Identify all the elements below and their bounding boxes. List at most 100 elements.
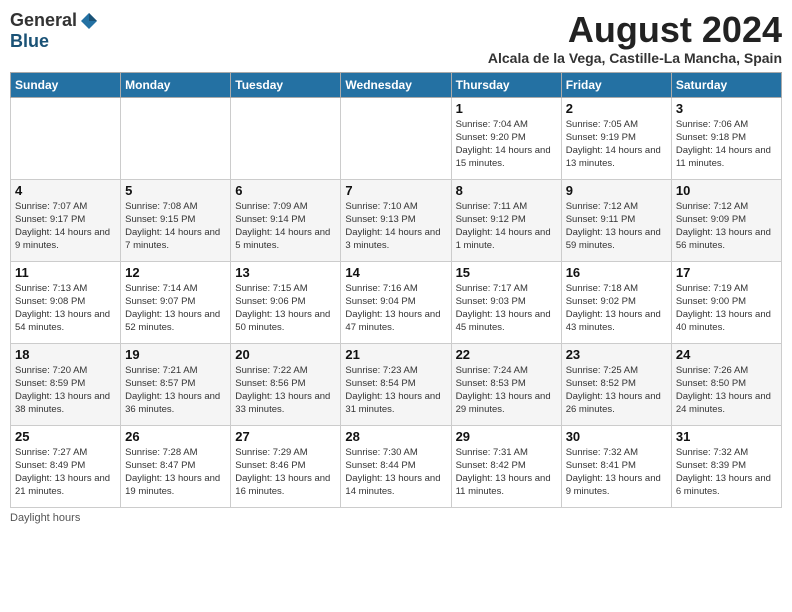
cell-info: Sunrise: 7:15 AM Sunset: 9:06 PM Dayligh… — [235, 282, 336, 335]
cell-info: Sunrise: 7:04 AM Sunset: 9:20 PM Dayligh… — [456, 118, 557, 171]
day-number: 31 — [676, 429, 777, 444]
cell-info: Sunrise: 7:25 AM Sunset: 8:52 PM Dayligh… — [566, 364, 667, 417]
day-number: 10 — [676, 183, 777, 198]
cell-info: Sunrise: 7:08 AM Sunset: 9:15 PM Dayligh… — [125, 200, 226, 253]
column-header-saturday: Saturday — [671, 72, 781, 97]
day-number: 2 — [566, 101, 667, 116]
calendar-week-row: 11 Sunrise: 7:13 AM Sunset: 9:08 PM Dayli… — [11, 261, 782, 343]
calendar-cell: 26 Sunrise: 7:28 AM Sunset: 8:47 PM Dayli… — [121, 425, 231, 507]
calendar-cell: 20 Sunrise: 7:22 AM Sunset: 8:56 PM Dayli… — [231, 343, 341, 425]
logo-icon — [79, 11, 99, 31]
cell-info: Sunrise: 7:12 AM Sunset: 9:11 PM Dayligh… — [566, 200, 667, 253]
cell-info: Sunrise: 7:12 AM Sunset: 9:09 PM Dayligh… — [676, 200, 777, 253]
day-number: 1 — [456, 101, 557, 116]
cell-info: Sunrise: 7:13 AM Sunset: 9:08 PM Dayligh… — [15, 282, 116, 335]
column-header-thursday: Thursday — [451, 72, 561, 97]
cell-info: Sunrise: 7:09 AM Sunset: 9:14 PM Dayligh… — [235, 200, 336, 253]
day-number: 13 — [235, 265, 336, 280]
calendar-cell: 24Sunrise: 7:26 AM Sunset: 8:50 PM Dayli… — [671, 343, 781, 425]
calendar-cell: 18Sunrise: 7:20 AM Sunset: 8:59 PM Dayli… — [11, 343, 121, 425]
month-title: August 2024 — [488, 10, 782, 50]
logo-general-text: General — [10, 10, 77, 31]
cell-info: Sunrise: 7:16 AM Sunset: 9:04 PM Dayligh… — [345, 282, 446, 335]
column-header-friday: Friday — [561, 72, 671, 97]
calendar-cell: 31 Sunrise: 7:32 AM Sunset: 8:39 PM Dayli… — [671, 425, 781, 507]
calendar-week-row: 1 Sunrise: 7:04 AM Sunset: 9:20 PM Daylig… — [11, 97, 782, 179]
cell-info: Sunrise: 7:32 AM Sunset: 8:41 PM Dayligh… — [566, 446, 667, 499]
column-header-sunday: Sunday — [11, 72, 121, 97]
day-number: 29 — [456, 429, 557, 444]
cell-info: Sunrise: 7:22 AM Sunset: 8:56 PM Dayligh… — [235, 364, 336, 417]
day-number: 12 — [125, 265, 226, 280]
cell-info: Sunrise: 7:05 AM Sunset: 9:19 PM Dayligh… — [566, 118, 667, 171]
day-number: 30 — [566, 429, 667, 444]
day-number: 19 — [125, 347, 226, 362]
calendar-cell: 7Sunrise: 7:10 AM Sunset: 9:13 PM Daylig… — [341, 179, 451, 261]
calendar-week-row: 25 Sunrise: 7:27 AM Sunset: 8:49 PM Dayli… — [11, 425, 782, 507]
cell-info: Sunrise: 7:21 AM Sunset: 8:57 PM Dayligh… — [125, 364, 226, 417]
cell-info: Sunrise: 7:32 AM Sunset: 8:39 PM Dayligh… — [676, 446, 777, 499]
calendar-cell — [341, 97, 451, 179]
calendar-cell: 10 Sunrise: 7:12 AM Sunset: 9:09 PM Dayli… — [671, 179, 781, 261]
day-number: 27 — [235, 429, 336, 444]
day-number: 15 — [456, 265, 557, 280]
cell-info: Sunrise: 7:10 AM Sunset: 9:13 PM Dayligh… — [345, 200, 446, 253]
calendar-cell — [11, 97, 121, 179]
footer-note: Daylight hours — [10, 512, 782, 524]
day-number: 23 — [566, 347, 667, 362]
calendar-cell: 23 Sunrise: 7:25 AM Sunset: 8:52 PM Dayli… — [561, 343, 671, 425]
calendar-cell — [231, 97, 341, 179]
cell-info: Sunrise: 7:31 AM Sunset: 8:42 PM Dayligh… — [456, 446, 557, 499]
cell-info: Sunrise: 7:20 AM Sunset: 8:59 PM Dayligh… — [15, 364, 116, 417]
cell-info: Sunrise: 7:17 AM Sunset: 9:03 PM Dayligh… — [456, 282, 557, 335]
calendar-cell: 9 Sunrise: 7:12 AM Sunset: 9:11 PM Daylig… — [561, 179, 671, 261]
cell-info: Sunrise: 7:07 AM Sunset: 9:17 PM Dayligh… — [15, 200, 116, 253]
calendar-cell: 14Sunrise: 7:16 AM Sunset: 9:04 PM Dayli… — [341, 261, 451, 343]
calendar-cell: 8Sunrise: 7:11 AM Sunset: 9:12 PM Daylig… — [451, 179, 561, 261]
cell-info: Sunrise: 7:30 AM Sunset: 8:44 PM Dayligh… — [345, 446, 446, 499]
calendar-cell: 16 Sunrise: 7:18 AM Sunset: 9:02 PM Dayli… — [561, 261, 671, 343]
calendar-cell: 30 Sunrise: 7:32 AM Sunset: 8:41 PM Dayli… — [561, 425, 671, 507]
day-number: 8 — [456, 183, 557, 198]
day-number: 11 — [15, 265, 116, 280]
day-number: 9 — [566, 183, 667, 198]
cell-info: Sunrise: 7:27 AM Sunset: 8:49 PM Dayligh… — [15, 446, 116, 499]
calendar-cell: 11 Sunrise: 7:13 AM Sunset: 9:08 PM Dayli… — [11, 261, 121, 343]
calendar-header-row: SundayMondayTuesdayWednesdayThursdayFrid… — [11, 72, 782, 97]
column-header-tuesday: Tuesday — [231, 72, 341, 97]
cell-info: Sunrise: 7:18 AM Sunset: 9:02 PM Dayligh… — [566, 282, 667, 335]
day-number: 17 — [676, 265, 777, 280]
calendar-table: SundayMondayTuesdayWednesdayThursdayFrid… — [10, 72, 782, 508]
calendar-week-row: 4Sunrise: 7:07 AM Sunset: 9:17 PM Daylig… — [11, 179, 782, 261]
calendar-cell: 12Sunrise: 7:14 AM Sunset: 9:07 PM Dayli… — [121, 261, 231, 343]
cell-info: Sunrise: 7:23 AM Sunset: 8:54 PM Dayligh… — [345, 364, 446, 417]
calendar-cell: 22Sunrise: 7:24 AM Sunset: 8:53 PM Dayli… — [451, 343, 561, 425]
day-number: 22 — [456, 347, 557, 362]
cell-info: Sunrise: 7:06 AM Sunset: 9:18 PM Dayligh… — [676, 118, 777, 171]
calendar-week-row: 18Sunrise: 7:20 AM Sunset: 8:59 PM Dayli… — [11, 343, 782, 425]
column-header-monday: Monday — [121, 72, 231, 97]
calendar-cell: 5Sunrise: 7:08 AM Sunset: 9:15 PM Daylig… — [121, 179, 231, 261]
calendar-cell: 29 Sunrise: 7:31 AM Sunset: 8:42 PM Dayli… — [451, 425, 561, 507]
calendar-cell — [121, 97, 231, 179]
day-number: 25 — [15, 429, 116, 444]
day-number: 20 — [235, 347, 336, 362]
calendar-cell: 4Sunrise: 7:07 AM Sunset: 9:17 PM Daylig… — [11, 179, 121, 261]
cell-info: Sunrise: 7:26 AM Sunset: 8:50 PM Dayligh… — [676, 364, 777, 417]
location-subtitle: Alcala de la Vega, Castille-La Mancha, S… — [488, 50, 782, 66]
column-header-wednesday: Wednesday — [341, 72, 451, 97]
day-number: 16 — [566, 265, 667, 280]
day-number: 26 — [125, 429, 226, 444]
calendar-cell: 25 Sunrise: 7:27 AM Sunset: 8:49 PM Dayli… — [11, 425, 121, 507]
calendar-cell: 13 Sunrise: 7:15 AM Sunset: 9:06 PM Dayli… — [231, 261, 341, 343]
cell-info: Sunrise: 7:29 AM Sunset: 8:46 PM Dayligh… — [235, 446, 336, 499]
day-number: 3 — [676, 101, 777, 116]
calendar-cell: 1 Sunrise: 7:04 AM Sunset: 9:20 PM Daylig… — [451, 97, 561, 179]
day-number: 28 — [345, 429, 446, 444]
cell-info: Sunrise: 7:19 AM Sunset: 9:00 PM Dayligh… — [676, 282, 777, 335]
day-number: 21 — [345, 347, 446, 362]
cell-info: Sunrise: 7:28 AM Sunset: 8:47 PM Dayligh… — [125, 446, 226, 499]
calendar-cell: 17 Sunrise: 7:19 AM Sunset: 9:00 PM Dayli… — [671, 261, 781, 343]
logo-blue-text: Blue — [10, 31, 49, 52]
day-number: 6 — [235, 183, 336, 198]
